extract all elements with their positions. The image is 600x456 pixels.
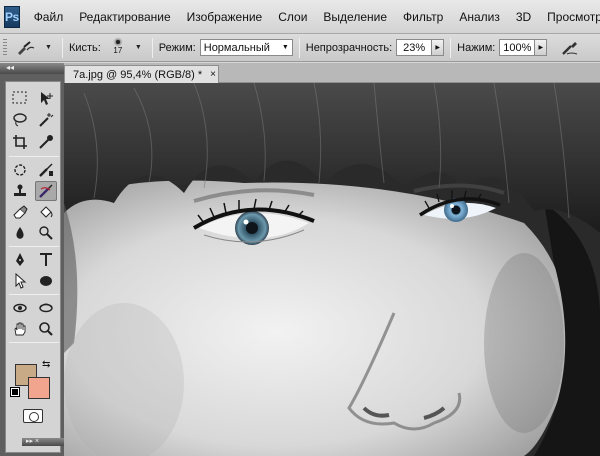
default-colors-icon[interactable] (10, 387, 20, 397)
marquee-tool-icon[interactable] (9, 88, 31, 108)
quick-mask-button[interactable] (23, 409, 43, 423)
color-replacement-brush-tool-icon[interactable] (35, 181, 57, 201)
tool-preset-picker[interactable] (11, 37, 41, 59)
blur-tool-icon[interactable] (9, 223, 31, 243)
menu-analysis[interactable]: Анализ (451, 10, 508, 24)
move-tool-icon[interactable] (35, 88, 57, 108)
photoshop-logo[interactable]: Ps (4, 5, 20, 28)
background-color-swatch[interactable] (28, 377, 50, 399)
chevron-down-icon[interactable]: ▼ (135, 44, 142, 51)
document-tab-bar: 7a.jpg @ 95,4% (RGB/8) * × (64, 63, 600, 83)
photo-image (64, 83, 600, 456)
path-selection-tool-icon[interactable] (9, 271, 31, 291)
magic-wand-tool-icon[interactable] (35, 110, 57, 130)
options-bar: ▼ Кисть: 17 ▼ Режим: Нормальный ▼ Непроз… (0, 34, 600, 62)
menu-edit[interactable]: Редактирование (71, 10, 178, 24)
divider (298, 37, 300, 58)
menu-view[interactable]: Просмотр (539, 10, 600, 24)
divider (450, 37, 452, 58)
divider (9, 294, 59, 295)
brush-picker[interactable]: 17 (105, 35, 131, 61)
divider (151, 37, 153, 58)
close-icon[interactable]: × (210, 69, 216, 80)
brush-size: 17 (113, 46, 123, 55)
mode-value: Нормальный (203, 41, 270, 54)
pressure-slider-toggle[interactable]: ▶ (535, 39, 548, 56)
swap-colors-icon[interactable]: ⇆ (42, 359, 50, 370)
divider (9, 246, 59, 247)
hand-tool-icon[interactable] (9, 319, 31, 339)
mode-label: Режим: (158, 41, 196, 54)
tools-panel: ◂◂ ⇆ ▸▸ × (0, 63, 64, 456)
divider (61, 37, 63, 58)
menu-bar: Ps Файл Редактирование Изображение Слои … (0, 0, 600, 34)
airbrush-button[interactable] (557, 37, 583, 59)
menu-layers[interactable]: Слои (270, 10, 315, 24)
clone-stamp-tool-icon[interactable] (9, 181, 31, 201)
menu-select[interactable]: Выделение (315, 10, 395, 24)
eraser-tool-icon[interactable] (9, 202, 31, 222)
menu-image[interactable]: Изображение (179, 10, 271, 24)
pen-tool-icon[interactable] (9, 250, 31, 270)
options-grip[interactable] (3, 38, 7, 57)
dodge-tool-icon[interactable] (35, 223, 57, 243)
pressure-input[interactable]: 100% (499, 39, 536, 56)
divider (9, 342, 59, 343)
paint-bucket-tool-icon[interactable] (35, 202, 57, 222)
ellipse-shape-tool-icon[interactable] (35, 271, 57, 291)
opacity-slider-toggle[interactable]: ▶ (432, 39, 445, 56)
menu-filter[interactable]: Фильтр (395, 10, 451, 24)
crop-tool-icon[interactable] (9, 132, 31, 152)
brush-tool-icon (18, 40, 35, 55)
collapsed-panel-handle[interactable]: ▸▸ × (22, 438, 64, 446)
spot-healing-tool-icon[interactable] (9, 160, 31, 180)
tools-panel-collapse[interactable]: ◂◂ (0, 63, 64, 74)
brush-tip-icon (115, 40, 120, 44)
chevron-down-icon[interactable]: ▼ (45, 44, 52, 51)
opacity-label: Непрозрачность: (305, 41, 393, 54)
tools-inner: ⇆ (5, 81, 61, 453)
brush-label: Кисть: (68, 41, 101, 54)
divider (9, 156, 59, 157)
document-tab-title: 7a.jpg @ 95,4% (RGB/8) * (73, 68, 203, 81)
eyedropper-tool-icon[interactable] (35, 132, 57, 152)
menu-3d[interactable]: 3D (508, 10, 539, 24)
airbrush-icon (562, 41, 578, 55)
menu-file[interactable]: Файл (26, 10, 72, 24)
mode-select[interactable]: Нормальный ▼ (199, 39, 293, 56)
zoom-tool-icon[interactable] (35, 319, 57, 339)
pressure-label: Нажим: (457, 41, 496, 54)
document-canvas[interactable] (64, 83, 600, 456)
opacity-input[interactable]: 23% (396, 39, 433, 56)
type-tool-icon[interactable] (35, 250, 57, 270)
lasso-tool-icon[interactable] (9, 110, 31, 130)
brush-tool-icon[interactable] (35, 160, 57, 180)
3d-orbit-tool-icon[interactable] (35, 298, 57, 318)
document-tab[interactable]: 7a.jpg @ 95,4% (RGB/8) * × (64, 65, 219, 83)
chevron-down-icon: ▼ (281, 44, 289, 51)
3d-rotate-tool-icon[interactable] (9, 298, 31, 318)
